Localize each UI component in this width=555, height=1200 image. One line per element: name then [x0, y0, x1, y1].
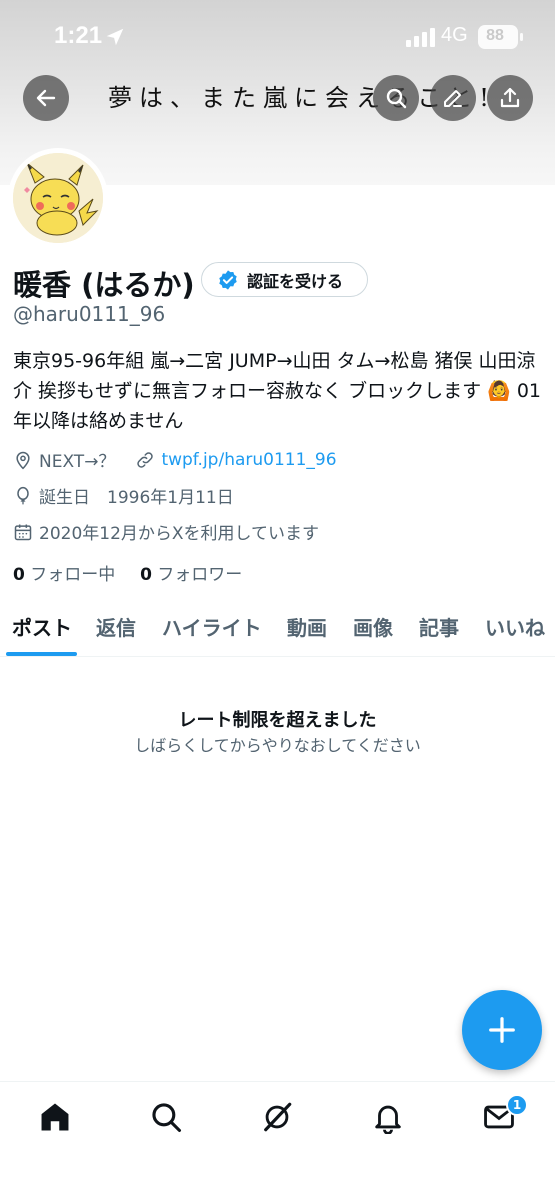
battery-level: 88	[486, 27, 504, 44]
display-name: 暖香 (はるか)	[13, 268, 195, 302]
share-icon	[500, 87, 520, 108]
status-time: 1:21	[54, 22, 103, 49]
pencil-icon	[444, 90, 462, 107]
followers-link[interactable]: 0 フォロワー	[140, 565, 242, 585]
profile-meta-joined: 2020年12月からXを利用しています	[13, 519, 319, 544]
verified-badge-icon	[219, 269, 237, 290]
nav-home[interactable]	[38, 1100, 72, 1134]
battery-icon: 88	[478, 25, 523, 49]
following-count: 0	[13, 565, 25, 585]
link-icon	[137, 451, 154, 468]
following-link[interactable]: 0 フォロー中	[13, 565, 115, 585]
arrow-left-icon	[36, 89, 56, 107]
follow-stats: 0 フォロー中 0 フォロワー	[13, 560, 242, 585]
signal-icon	[406, 28, 435, 47]
birthday-text: 誕生日 1996年1月11日	[39, 488, 234, 508]
tab-replies[interactable]: 返信	[96, 612, 136, 641]
nav-explore[interactable]	[149, 1100, 183, 1134]
bottom-navigation: 1	[0, 1081, 555, 1200]
get-verified-button[interactable]: 認証を受ける	[201, 262, 368, 297]
tab-images[interactable]: 画像	[353, 612, 393, 641]
followers-label: フォロワー	[157, 565, 243, 585]
back-button[interactable]	[23, 75, 69, 121]
balloon-icon	[17, 486, 29, 504]
location-arrow-icon	[106, 28, 124, 46]
following-label: フォロー中	[30, 565, 116, 585]
tab-highlights[interactable]: ハイライト	[162, 612, 262, 641]
joined-text: 2020年12月からXを利用しています	[39, 524, 320, 544]
tab-videos[interactable]: 動画	[287, 612, 327, 641]
rate-limit-subtitle: しばらくしてからやりなおしてください	[134, 736, 421, 755]
messages-badge: 1	[506, 1094, 528, 1116]
nav-grok[interactable]	[260, 1100, 294, 1134]
calendar-icon	[14, 524, 32, 540]
search-icon	[386, 88, 407, 109]
compose-button[interactable]	[462, 990, 542, 1070]
search-icon	[152, 1103, 182, 1133]
search-button[interactable]	[373, 75, 419, 121]
status-bar: 1:21 4G 88	[0, 0, 555, 70]
grok-icon	[264, 1102, 292, 1132]
website-link[interactable]: twpf.jp/haru0111_96	[161, 450, 336, 470]
bell-icon	[375, 1105, 401, 1135]
network-type: 4G	[441, 24, 468, 46]
profile-meta-location-website: NEXT→？ twpf.jp/haru0111_96	[13, 447, 337, 472]
avatar-image	[13, 153, 103, 243]
get-verified-label: 認証を受ける	[247, 271, 344, 291]
location-text: NEXT→？	[39, 452, 116, 472]
avatar[interactable]	[8, 148, 108, 248]
nav-notifications[interactable]	[371, 1100, 405, 1135]
tab-likes[interactable]: いいね	[485, 612, 545, 641]
rate-limit-title: レート制限を超えました	[178, 710, 377, 731]
location-pin-icon	[16, 451, 30, 469]
pikachu-illustration-icon	[13, 153, 103, 243]
user-handle: @haru0111_96	[13, 302, 166, 326]
share-button[interactable]	[487, 75, 533, 121]
tab-posts[interactable]: ポスト	[12, 612, 72, 641]
home-icon	[41, 1103, 69, 1131]
plus-icon	[489, 1017, 515, 1043]
active-tab-indicator	[6, 652, 77, 656]
followers-count: 0	[140, 565, 152, 585]
profile-meta-birthday: 誕生日 1996年1月11日	[13, 483, 234, 508]
tab-articles[interactable]: 記事	[419, 612, 459, 641]
edit-button[interactable]	[430, 75, 476, 121]
profile-tabs: ポスト 返信 ハイライト 動画 画像 記事 いいね	[0, 598, 555, 657]
profile-bio: 東京95-96年組 嵐→二宮 JUMP→山田 タム→松島 猪俣 山田涼介 挨拶も…	[13, 350, 541, 432]
